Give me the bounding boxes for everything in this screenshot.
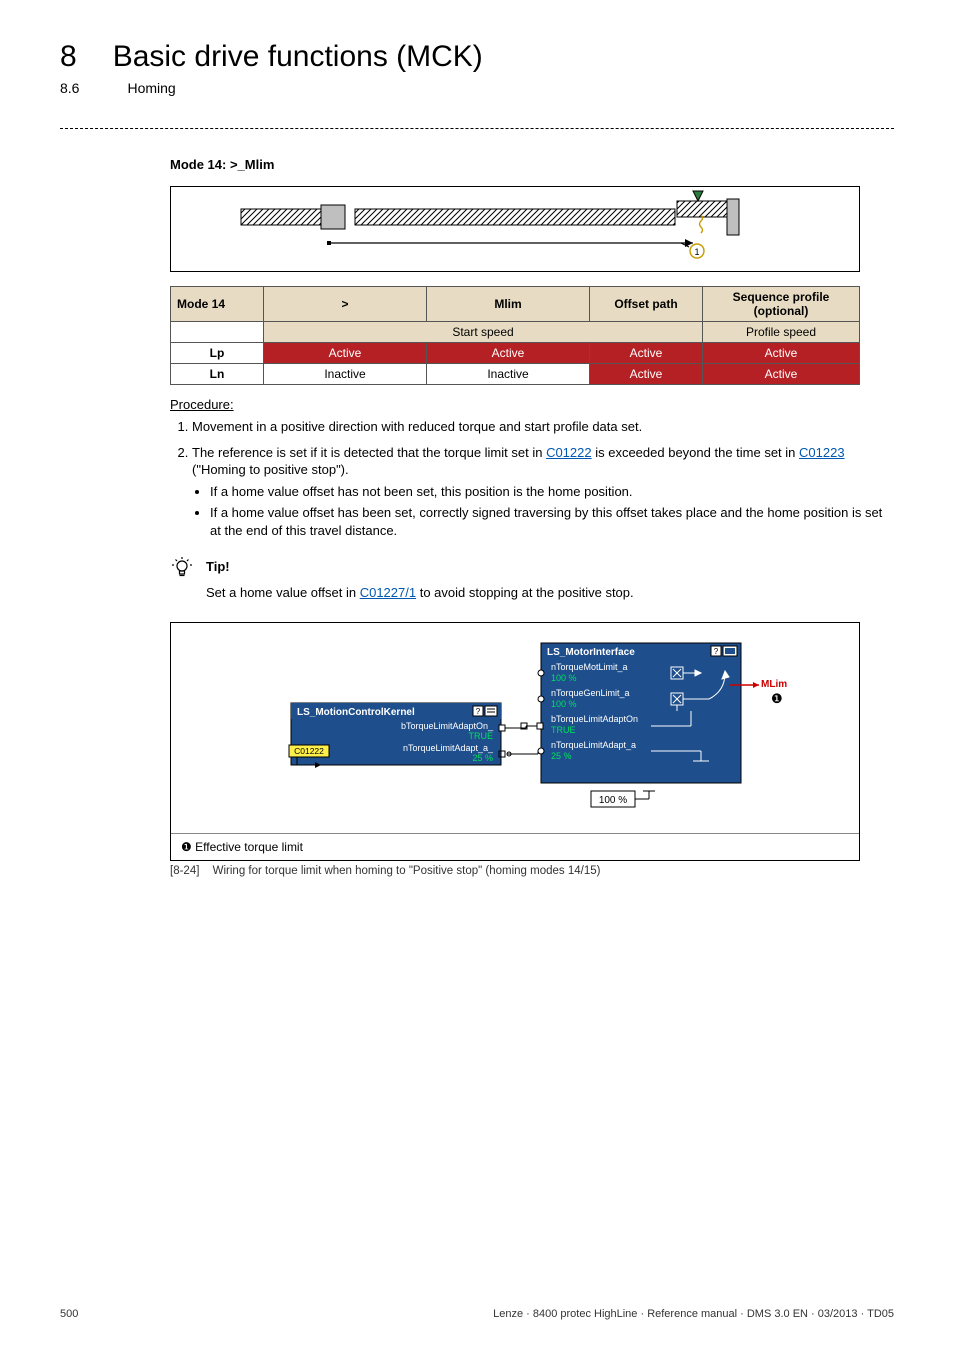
svg-text:?: ? — [714, 647, 719, 656]
table-cell: Active — [590, 364, 703, 385]
svg-text:nTorqueLimitAdapt_a: nTorqueLimitAdapt_a — [551, 740, 636, 750]
step-text: The reference is set if it is detected t… — [192, 445, 546, 460]
svg-text:nTorqueLimitAdapt_a_: nTorqueLimitAdapt_a_ — [403, 743, 494, 753]
svg-text:❶: ❶ — [771, 691, 783, 706]
chapter-title: Basic drive functions (MCK) — [113, 40, 483, 74]
svg-text:nTorqueMotLimit_a: nTorqueMotLimit_a — [551, 662, 628, 672]
table-cell: Active — [703, 364, 860, 385]
footer-text: Lenze · 8400 protec HighLine · Reference… — [493, 1308, 894, 1320]
table-row: Ln Inactive Inactive Active Active — [171, 364, 860, 385]
svg-text:bTorqueLimitAdaptOn_: bTorqueLimitAdaptOn_ — [401, 721, 494, 731]
motion-diagram: 1 — [170, 186, 860, 272]
svg-text:100 %: 100 % — [551, 673, 577, 683]
procedure-step: Movement in a positive direction with re… — [192, 418, 894, 436]
figure-bracket: [8-24] — [170, 865, 199, 877]
svg-text:100 %: 100 % — [599, 795, 627, 806]
tip-label: Tip! — [206, 559, 230, 574]
table-subhead-start: Start speed — [264, 322, 703, 343]
svg-text:nTorqueGenLimit_a: nTorqueGenLimit_a — [551, 688, 630, 698]
tip-text-post: to avoid stopping at the positive stop. — [416, 585, 634, 600]
section-title: Homing — [127, 80, 175, 96]
tip-icon — [170, 555, 194, 579]
table-cell: Active — [264, 343, 427, 364]
separator — [60, 128, 894, 129]
table-cell: Inactive — [427, 364, 590, 385]
table-subhead-empty — [171, 322, 264, 343]
tip-text: Set a home value offset in C01227/1 to a… — [206, 585, 894, 600]
svg-text:LS_MotionControlKernel: LS_MotionControlKernel — [297, 707, 415, 718]
tip-text-pre: Set a home value offset in — [206, 585, 360, 600]
caption-marker: ❶ — [181, 840, 192, 854]
procedure-bullet: If a home value offset has been set, cor… — [210, 504, 894, 539]
caption-text: Effective torque limit — [195, 840, 303, 854]
step-text: ("Homing to positive stop"). — [192, 462, 349, 477]
table-row: Lp Active Active Active Active — [171, 343, 860, 364]
svg-text:?: ? — [476, 707, 481, 716]
table-cell: Active — [427, 343, 590, 364]
table-cell: Inactive — [264, 364, 427, 385]
page-number: 500 — [60, 1308, 78, 1320]
code-link[interactable]: C01223 — [799, 445, 845, 460]
step-text: is exceeded beyond the time set in — [592, 445, 799, 460]
svg-text:LS_MotorInterface: LS_MotorInterface — [547, 647, 635, 658]
table-head-seq: Sequence profile (optional) — [703, 287, 860, 322]
wiring-diagram: LS_MotionControlKernel ? bTorqueLimitAda… — [170, 622, 860, 861]
table-subhead-profile: Profile speed — [703, 322, 860, 343]
table-head-dir: > — [264, 287, 427, 322]
svg-text:100 %: 100 % — [551, 699, 577, 709]
procedure-bullet: If a home value offset has not been set,… — [210, 483, 894, 501]
svg-text:MLim: MLim — [761, 679, 787, 690]
svg-text:TRUE: TRUE — [469, 731, 494, 741]
code-link[interactable]: C01227/1 — [360, 585, 416, 600]
svg-text:25 %: 25 % — [551, 751, 572, 761]
svg-text:C01222: C01222 — [294, 746, 324, 756]
svg-text:bTorqueLimitAdaptOn: bTorqueLimitAdaptOn — [551, 714, 638, 724]
row-label: Lp — [171, 343, 264, 364]
table-head-mode: Mode 14 — [171, 287, 264, 322]
svg-text:1: 1 — [694, 247, 699, 257]
row-label: Ln — [171, 364, 264, 385]
table-head-offset: Offset path — [590, 287, 703, 322]
svg-text:25 %: 25 % — [472, 753, 493, 763]
svg-text:TRUE: TRUE — [551, 725, 576, 735]
chapter-number: 8 — [60, 40, 77, 74]
procedure-heading: Procedure: — [170, 397, 894, 412]
mode-heading: Mode 14: >_Mlim — [170, 157, 894, 172]
table-cell: Active — [590, 343, 703, 364]
procedure-step: The reference is set if it is detected t… — [192, 444, 894, 540]
code-link[interactable]: C01222 — [546, 445, 592, 460]
table-cell: Active — [703, 343, 860, 364]
table-head-mlim: Mlim — [427, 287, 590, 322]
figure-caption-text: Wiring for torque limit when homing to "… — [213, 865, 601, 877]
section-number: 8.6 — [60, 80, 79, 96]
mode-table: Mode 14 > Mlim Offset path Sequence prof… — [170, 286, 860, 385]
